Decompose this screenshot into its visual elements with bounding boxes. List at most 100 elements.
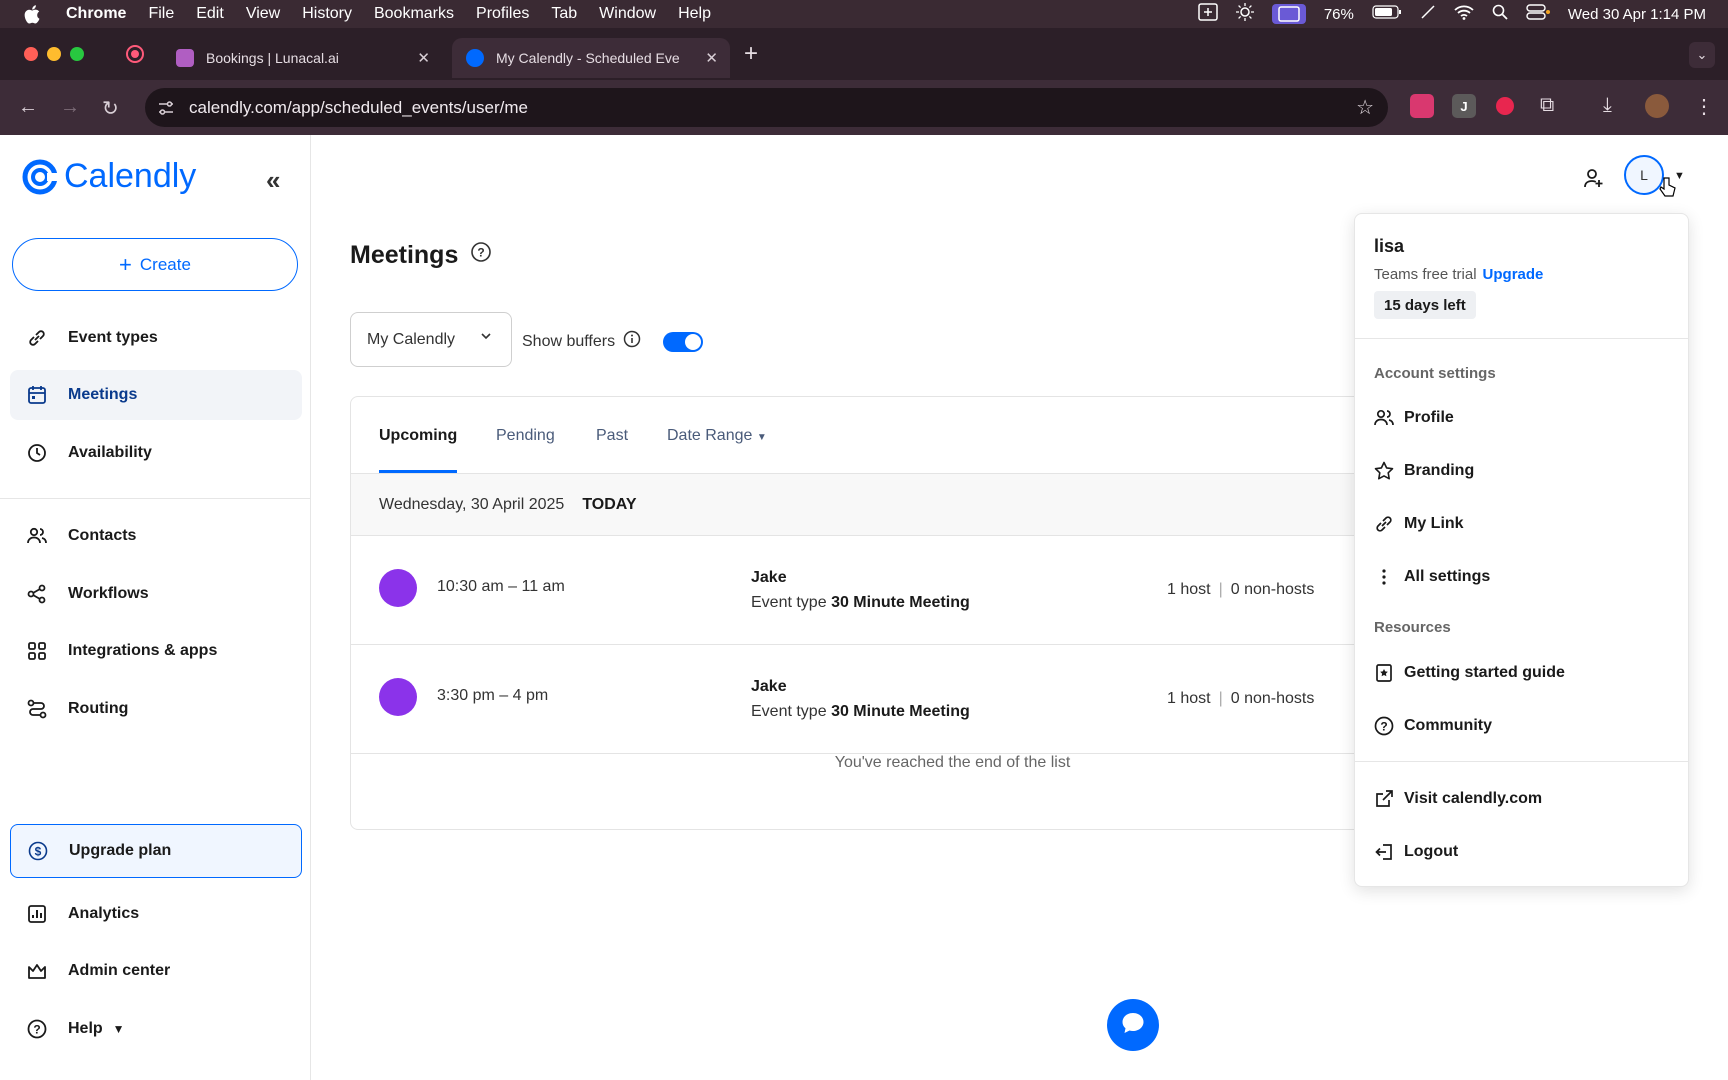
battery-icon[interactable] — [1372, 5, 1402, 23]
account-menu: lisa Teams free trial Upgrade 15 days lef… — [1354, 213, 1689, 887]
record-icon[interactable] — [126, 45, 144, 63]
calendar-select[interactable]: My Calendly — [350, 312, 512, 367]
link-icon — [1374, 514, 1394, 534]
menu-history[interactable]: History — [302, 5, 352, 23]
menu-item-my-link[interactable]: My Link — [1374, 514, 1464, 534]
bookmark-star-icon[interactable]: ☆ — [1356, 95, 1374, 120]
tab-calendly[interactable]: My Calendly - Scheduled Eve ✕ — [452, 38, 730, 78]
sidebar-item-label: Meetings — [68, 386, 138, 403]
tab-past[interactable]: Past — [596, 427, 628, 445]
battery-percent: 76% — [1323, 5, 1354, 23]
menu-profiles[interactable]: Profiles — [476, 5, 529, 23]
chat-button[interactable] — [1107, 999, 1159, 1051]
day-date: Wednesday, 30 April 2025 — [379, 495, 565, 513]
sidebar-item-routing[interactable]: Routing — [10, 684, 302, 734]
sidebar-item-availability[interactable]: Availability — [10, 428, 302, 478]
download-icon[interactable]: ⤓ — [1603, 94, 1627, 118]
event-row[interactable]: 3:30 pm – 4 pm Jake Event type 30 Minute… — [351, 645, 1364, 754]
back-icon[interactable]: ← — [18, 96, 38, 119]
menu-bookmarks[interactable]: Bookmarks — [374, 5, 454, 23]
new-tab-icon[interactable]: + — [744, 40, 758, 68]
extension-red-icon[interactable] — [1496, 97, 1514, 115]
today-label: TODAY — [582, 495, 637, 513]
menu-item-visit-calendly[interactable]: Visit calendly.com — [1374, 789, 1542, 809]
trial-days-badge: 15 days left — [1374, 291, 1476, 319]
tab-pending[interactable]: Pending — [496, 427, 555, 445]
account-username: lisa — [1374, 236, 1405, 256]
pen-icon[interactable] — [1420, 4, 1436, 24]
chevron-down-icon — [479, 329, 493, 348]
info-icon[interactable] — [623, 330, 641, 353]
menu-file[interactable]: File — [148, 5, 174, 23]
forward-icon[interactable]: → — [60, 96, 80, 119]
site-info-icon[interactable] — [157, 100, 175, 116]
menu-item-all-settings[interactable]: All settings — [1374, 567, 1490, 587]
collapse-sidebar-icon[interactable]: « — [266, 165, 280, 196]
svg-text:?: ? — [33, 1023, 40, 1037]
control-center-icon[interactable] — [1526, 4, 1550, 24]
menu-help[interactable]: Help — [678, 5, 711, 23]
host-separator: | — [1218, 690, 1223, 707]
menu-view[interactable]: View — [246, 5, 280, 23]
page-title: Meetings ? — [350, 241, 492, 270]
show-buffers-toggle[interactable] — [663, 331, 704, 352]
close-tab-icon[interactable]: ✕ — [705, 49, 718, 67]
caret-down-icon: ▼ — [756, 432, 767, 443]
sidebar-item-contacts[interactable]: Contacts — [10, 511, 302, 561]
tab-date-range[interactable]: Date Range ▼ — [667, 427, 767, 445]
profile-avatar-icon[interactable] — [1645, 94, 1669, 118]
sidebar-item-event-types[interactable]: Event types — [10, 313, 302, 363]
extension-j-icon[interactable]: J — [1452, 94, 1476, 118]
sidebar-item-upgrade-plan[interactable]: $ Upgrade plan — [10, 824, 302, 878]
event-row[interactable]: 10:30 am – 11 am Jake Event type 30 Minu… — [351, 536, 1364, 645]
sidebar-item-meetings[interactable]: Meetings — [10, 370, 302, 420]
menu-tab[interactable]: Tab — [551, 5, 577, 23]
calendly-logo[interactable]: Calendly — [22, 157, 196, 196]
chat-bubble-icon — [1119, 1009, 1147, 1042]
display-icon[interactable] — [1271, 4, 1306, 24]
minimize-window-button[interactable] — [47, 47, 61, 61]
sidebar-item-admin-center[interactable]: Admin center — [10, 946, 302, 996]
menu-item-getting-started[interactable]: Getting started guide — [1374, 663, 1565, 683]
caret-down-icon: ▼ — [112, 1022, 125, 1036]
upgrade-link[interactable]: Upgrade — [1483, 266, 1544, 283]
event-hosts: 1 host | 0 non-hosts — [1167, 690, 1314, 708]
menu-item-community[interactable]: ? Community — [1374, 716, 1492, 736]
tab-search-icon[interactable]: ⌄ — [1689, 42, 1715, 68]
menu-item-profile[interactable]: Profile — [1374, 408, 1454, 428]
sidebar-item-integrations[interactable]: Integrations & apps — [10, 626, 302, 676]
menubar-clock[interactable]: Wed 30 Apr 1:14 PM — [1568, 6, 1706, 23]
wifi-icon[interactable] — [1454, 4, 1474, 24]
zoom-window-button[interactable] — [70, 47, 84, 61]
active-tab-indicator — [379, 470, 457, 473]
sidebar-item-help[interactable]: ? Help ▼ — [10, 1004, 302, 1054]
close-window-button[interactable] — [24, 47, 38, 61]
close-tab-icon[interactable]: ✕ — [417, 49, 430, 67]
invite-user-icon[interactable] — [1583, 167, 1605, 194]
brightness-icon[interactable] — [1235, 3, 1254, 25]
menu-item-branding[interactable]: Branding — [1374, 461, 1474, 481]
tab-upcoming[interactable]: Upcoming — [379, 427, 457, 445]
host-count: 1 host — [1167, 581, 1211, 598]
menu-divider — [1355, 338, 1688, 339]
menu-window[interactable]: Window — [599, 5, 656, 23]
sidebar-item-workflows[interactable]: Workflows — [10, 569, 302, 619]
spotlight-search-icon[interactable] — [1492, 4, 1508, 24]
create-button[interactable]: + Create — [12, 238, 298, 291]
menu-item-logout[interactable]: Logout — [1374, 842, 1458, 862]
address-bar[interactable]: calendly.com/app/scheduled_events/user/m… — [145, 88, 1388, 127]
tab-bookings[interactable]: Bookings | Lunacal.ai ✕ — [162, 38, 442, 78]
help-circle-icon[interactable]: ? — [470, 241, 492, 270]
account-settings-heading: Account settings — [1374, 365, 1496, 382]
apple-icon[interactable] — [24, 4, 42, 24]
menu-item-label: My Link — [1404, 515, 1464, 532]
extensions-puzzle-icon[interactable]: ⧉ — [1540, 94, 1564, 118]
reload-icon[interactable]: ↻ — [102, 96, 119, 121]
extension-pink-icon[interactable] — [1410, 94, 1434, 118]
sidebar-item-label: Admin center — [68, 962, 171, 979]
menu-app-name[interactable]: Chrome — [66, 5, 126, 23]
chrome-menu-icon[interactable]: ⋮ — [1692, 94, 1716, 118]
menu-edit[interactable]: Edit — [196, 5, 224, 23]
sidebar-item-analytics[interactable]: Analytics — [10, 889, 302, 939]
screen-mirror-icon[interactable] — [1198, 3, 1218, 25]
